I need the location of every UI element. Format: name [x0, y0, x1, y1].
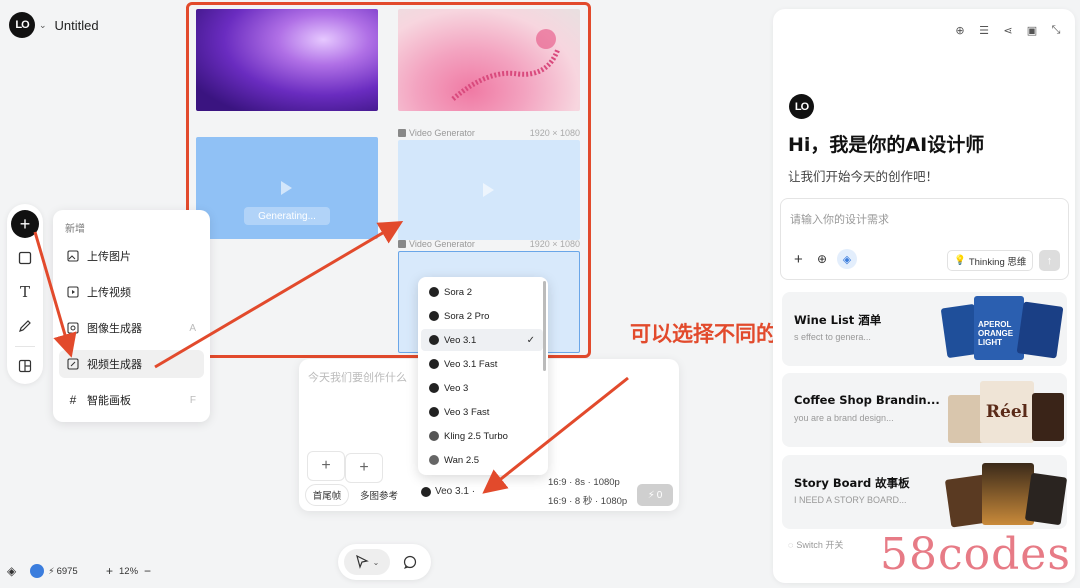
greeting-subtitle: 让我们开始今天的创作吧！ — [788, 169, 939, 184]
assistant-avatar: LO — [789, 94, 814, 119]
zoom-level[interactable]: 12% — [119, 566, 138, 577]
zoom-in-button[interactable]: + — [106, 564, 113, 578]
design-request-input[interactable]: 请输入你的设计需求 + ⊕ ◈ 💡 Thinking 思维 ↑ — [780, 198, 1069, 280]
wine-card-image — [1016, 301, 1064, 359]
bottom-status: ◈ ⚡ 6975 — [7, 561, 78, 581]
pointer-icon — [355, 555, 369, 569]
arrow-up-icon: ↑ — [1046, 254, 1053, 267]
credits-count: 6975 — [56, 565, 78, 577]
send-button[interactable]: ↑ — [1039, 250, 1060, 271]
share-icon[interactable]: ⋖ — [1001, 23, 1015, 37]
template-card-coffee-branding[interactable]: Coffee Shop Brandin... you are a brand d… — [782, 373, 1067, 447]
switch-toggle[interactable]: ◌ Switch 开关 — [788, 538, 843, 551]
arrow-to-model-selector — [482, 376, 629, 494]
switch-icon: ◌ — [788, 539, 794, 550]
folder-icon[interactable]: ▣ — [1025, 23, 1039, 37]
globe-icon[interactable]: ⊕ — [817, 252, 827, 266]
new-chat-icon[interactable]: ⊕ — [953, 23, 967, 37]
select-tool[interactable]: ⌄ — [344, 549, 390, 575]
user-avatar[interactable] — [30, 564, 45, 578]
zoom-control: + 12% − — [106, 561, 151, 581]
coffee-card-image — [1032, 393, 1064, 441]
comment-icon — [403, 555, 417, 569]
assistant-panel: ⊕ ☰ ⋖ ▣ ⤡ LO Hi，我是你的AI设计师 让我们开始今天的创作吧！ 请… — [773, 9, 1075, 583]
lightbulb-icon: 💡 — [954, 255, 966, 266]
history-icon[interactable]: ☰ — [977, 23, 991, 37]
arrow-to-canvas — [154, 220, 404, 369]
cube-icon[interactable]: ◈ — [837, 249, 857, 269]
comment-tool[interactable] — [400, 552, 420, 572]
watermark: 58codes — [880, 529, 1071, 580]
chevron-down-icon: ⌄ — [372, 557, 380, 567]
greeting: Hi，我是你的AI设计师 — [788, 134, 985, 156]
arrow-to-video-generator — [33, 231, 77, 358]
template-card-storyboard[interactable]: Story Board 故事板 I NEED A STORY BOARD... — [782, 455, 1067, 529]
lightning-icon: ⚡ — [48, 565, 55, 576]
coffee-card-image: Réel — [980, 381, 1034, 443]
template-card-wine-list[interactable]: Wine List 酒单 s effect to genera... APERO… — [782, 292, 1067, 366]
layers-icon[interactable]: ◈ — [7, 564, 16, 578]
storyboard-card-image — [1024, 472, 1067, 526]
thinking-toggle[interactable]: 💡 Thinking 思维 — [947, 250, 1034, 271]
collapse-icon[interactable]: ⤡ — [1049, 23, 1063, 37]
bottom-toolbar: ⌄ — [338, 544, 431, 580]
plus-icon[interactable]: + — [794, 251, 803, 268]
zoom-out-button[interactable]: − — [144, 564, 151, 578]
